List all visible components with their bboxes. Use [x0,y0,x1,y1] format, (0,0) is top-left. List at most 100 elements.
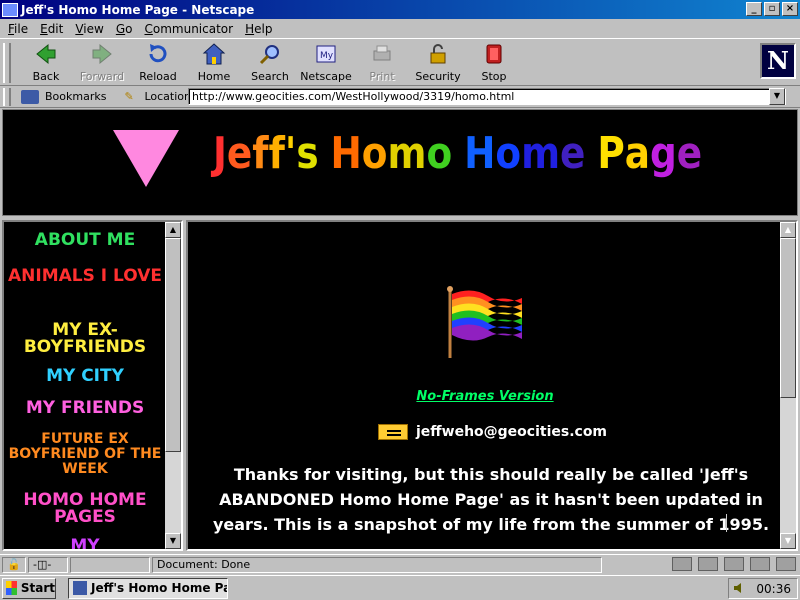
reload-label: Reload [139,70,177,83]
content-scroll-down-button[interactable]: ▼ [780,533,796,549]
clock[interactable]: 00:36 [756,582,791,596]
connection-status-icon: -◫- [28,556,68,573]
back-button[interactable]: Back [18,39,74,83]
task-label: Jeff's Homo Home Pa... [91,581,227,595]
speaker-icon[interactable] [733,582,745,594]
print-icon [373,45,391,61]
url-text: http://www.geocities.com/WestHollywood/3… [192,90,515,103]
progress-area [70,556,150,573]
nav-scroll-thumb[interactable] [165,238,181,452]
nav-scrollbar[interactable]: ▲ ▼ [165,222,181,549]
taskbar-netscape-button[interactable]: Jeff's Homo Home Pa... [68,577,228,599]
banner-title-letter: ' [284,128,297,179]
taskbar: Start Jeff's Homo Home Pa... 00:36 [0,575,800,600]
forward-label: Forward [79,70,125,83]
url-dropdown-button[interactable]: ▼ [769,88,785,105]
banner-title-letter: f [252,128,269,179]
start-button[interactable]: Start [2,577,56,599]
stop-button[interactable]: Stop [466,39,522,83]
nav-link-my-ex-boyfriends[interactable]: My Ex-Boyfriends [4,322,166,356]
nav-link-my-city[interactable]: My City [4,368,166,385]
banner-title-letter: o [361,128,388,179]
nav-link-my[interactable]: My [4,538,166,550]
page-proxy-icon[interactable]: ✎ [124,90,138,104]
netscape-app-icon[interactable] [2,2,18,17]
start-label: Start [20,581,55,595]
intro-paragraph: Thanks for visiting, but this should rea… [212,465,770,534]
search-icon [259,45,279,65]
reload-button[interactable]: Reload [130,39,186,83]
bookmarks-label: Bookmarks [45,90,107,103]
system-tray: 00:36 [728,578,798,599]
navigator-component-icon[interactable] [672,557,692,571]
nav-link-future-ex-boyfriend-of-the-week[interactable]: Future Ex Boyfriend of the Week [4,432,166,477]
security-button[interactable]: Security [410,39,466,83]
window-title: Jeff's Homo Home Page - Netscape [21,2,255,17]
netscape-task-icon [73,581,87,595]
search-button[interactable]: Search [242,39,298,83]
banner-title-letter: o [495,128,522,179]
nav-link-animals-i-love[interactable]: Animals I Love [4,268,166,285]
title-bar[interactable]: Jeff's Homo Home Page - Netscape _ ▫ × [0,0,800,19]
component-bar [666,557,796,571]
banner-title-letter: H [330,128,362,179]
print-button[interactable]: Print [354,39,410,83]
nav-scroll-down-button[interactable]: ▼ [165,533,181,549]
content-scrollbar[interactable]: ▲ ▼ [780,222,796,549]
menu-bar: File Edit View Go Communicator Help [0,19,800,38]
netscape-logo-icon[interactable]: N [760,43,796,79]
email-link[interactable]: jeffweho@geocities.com [378,424,607,440]
text-cursor-icon [726,514,734,532]
security-status-icon[interactable]: 🔓 [2,556,26,573]
menu-item-help[interactable]: Help [239,22,278,36]
content-scroll-up-button[interactable]: ▲ [780,222,796,238]
menu-item-go[interactable]: Go [110,22,139,36]
menu-item-communicator[interactable]: Communicator [138,22,239,36]
lock-icon [430,44,446,64]
discussion-component-icon[interactable] [724,557,744,571]
navigation-toolbar: Back Forward Reload Home Search My Netsc… [0,38,800,86]
netscape-button[interactable]: My Netscape [298,39,354,83]
no-frames-link[interactable]: No-Frames Version [188,389,782,404]
nav-scroll-up-button[interactable]: ▲ [165,222,181,238]
close-button[interactable]: × [782,2,798,16]
nav-link-about-me[interactable]: About Me [4,232,166,249]
banner-title-letter: e [560,128,586,179]
toolbar-grip[interactable] [3,43,11,83]
status-bar: 🔓 -◫- Document: Done [0,554,800,574]
banner-title-letter: e [676,128,703,179]
netscape-my-icon: My [316,45,336,63]
location-grip[interactable] [3,87,11,106]
edit-component-icon[interactable] [776,557,796,571]
url-input[interactable]: http://www.geocities.com/WestHollywood/3… [188,88,786,105]
back-label: Back [32,70,60,83]
banner-title-letter: m [387,128,427,179]
menu-item-edit[interactable]: Edit [34,22,69,36]
forward-arrow-icon [92,43,112,65]
nav-link-my-friends[interactable]: My Friends [4,400,166,417]
minimize-button[interactable]: _ [746,2,762,16]
home-button[interactable]: Home [186,39,242,83]
menu-item-file[interactable]: File [2,22,34,36]
menu-item-view[interactable]: View [69,22,109,36]
banner-frame: Jeff's Homo Home Page [2,109,798,216]
bookmarks-button[interactable]: Bookmarks [21,89,107,104]
location-label-group: ✎ Location: [124,90,194,104]
envelope-icon [378,424,408,440]
banner-title-letter: g [649,128,677,179]
nav-link-homo-home-pages[interactable]: Homo Home Pages [4,492,166,526]
banner-title-letter: a [624,128,650,179]
forward-button[interactable]: Forward [74,39,130,83]
search-label: Search [251,70,289,83]
banner-title-letter: o [426,128,453,179]
home-label: Home [197,70,231,83]
maximize-button[interactable]: ▫ [764,2,780,16]
content-scroll-thumb[interactable] [780,238,796,398]
stop-label: Stop [481,70,507,83]
banner-title-letter: H [464,128,496,179]
banner-title: Jeff's Homo Home Page [213,128,702,179]
mail-component-icon[interactable] [698,557,718,571]
rainbow-flag-icon [447,286,522,358]
composer-component-icon[interactable] [750,557,770,571]
windows-logo-icon [6,581,17,595]
